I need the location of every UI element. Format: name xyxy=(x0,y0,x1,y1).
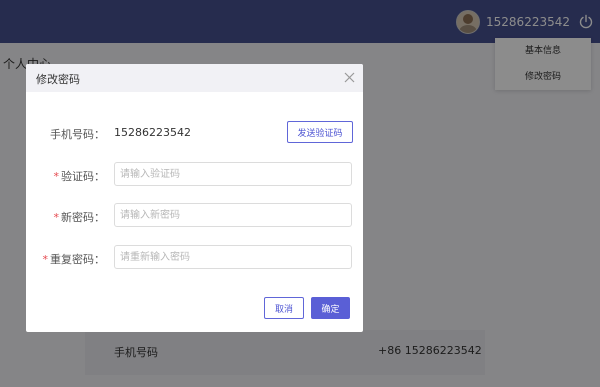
new-password-label-text: 新密码： xyxy=(61,211,105,224)
new-password-row: * 新密码： xyxy=(26,203,363,229)
repeat-password-label-text: 重复密码： xyxy=(50,253,105,266)
confirm-button[interactable]: 确定 xyxy=(311,297,350,319)
repeat-password-row: * 重复密码： xyxy=(26,245,363,271)
phone-value: 15286223542 xyxy=(114,126,191,139)
code-input[interactable] xyxy=(114,162,352,186)
phone-label: 手机号码： xyxy=(50,128,105,141)
required-mark: * xyxy=(53,170,60,183)
repeat-password-label: * 重复密码： xyxy=(43,251,106,267)
dialog-title: 修改密码 xyxy=(36,73,80,86)
send-code-button[interactable]: 发送验证码 xyxy=(287,121,353,143)
code-label: * 验证码： xyxy=(54,168,106,184)
code-label-text: 验证码： xyxy=(61,170,105,183)
code-row: * 验证码： xyxy=(26,162,363,188)
new-password-label: * 新密码： xyxy=(54,209,106,225)
repeat-password-input[interactable] xyxy=(114,245,352,269)
required-mark: * xyxy=(42,253,49,266)
new-password-input[interactable] xyxy=(114,203,352,227)
required-mark: * xyxy=(53,211,60,224)
cancel-button[interactable]: 取消 xyxy=(264,297,304,319)
dialog-header: 修改密码 xyxy=(26,64,363,92)
close-icon[interactable] xyxy=(344,72,355,83)
change-password-dialog: 修改密码 手机号码： 15286223542 发送验证码 *验证码： *新密码：… xyxy=(26,64,363,332)
